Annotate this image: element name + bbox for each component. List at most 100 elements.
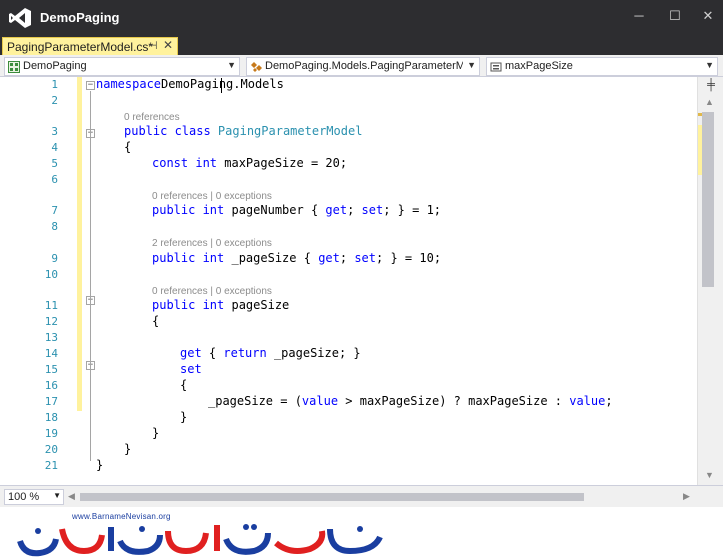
code-text[interactable]: {: [180, 378, 187, 392]
keyword-token: value: [301, 393, 339, 408]
code-text[interactable]: _pageSize = (value > maxPageSize) ? maxP…: [208, 394, 613, 408]
code-text[interactable]: public int pageSize: [152, 298, 289, 312]
app-title: DemoPaging: [40, 10, 120, 25]
keyword-token: set: [354, 250, 377, 265]
close-window-button[interactable]: ✕: [697, 6, 719, 26]
code-line: 18}: [0, 410, 697, 426]
keyword-token: get: [318, 250, 340, 265]
keyword-token: set: [180, 361, 202, 376]
barnamenevisan-logo-icon: [17, 524, 383, 557]
vertical-scrollbar[interactable]: ╪ ▲ ▼: [697, 77, 723, 485]
tab-pagingparametermodel[interactable]: PagingParameterModel.cs* ⊣ ✕: [2, 37, 178, 57]
project-name: DemoPaging: [23, 60, 87, 72]
close-tab-button[interactable]: ✕: [163, 38, 173, 52]
project-dropdown[interactable]: DemoPaging ▼: [4, 57, 240, 76]
constant-icon: [490, 62, 502, 72]
collapse-region-icon[interactable]: −: [86, 81, 95, 90]
line-number: 7: [51, 204, 58, 218]
line-number: 4: [51, 141, 58, 155]
code-line: 3 public class PagingParameterModel: [0, 124, 697, 140]
type-name: DemoPaging.Models.PagingParameterMoc: [265, 60, 463, 72]
keyword-token: return: [223, 345, 267, 360]
horizontal-scroll-thumb[interactable]: [80, 493, 584, 501]
chevron-down-icon: ▼: [227, 60, 236, 70]
keyword-token: set: [361, 203, 384, 218]
line-number: 13: [44, 330, 58, 344]
code-line: 20}: [0, 442, 697, 458]
code-text[interactable]: }: [96, 458, 103, 472]
line-number: 14: [44, 346, 58, 360]
keyword-token: public int: [152, 203, 232, 218]
code-text[interactable]: set: [180, 362, 202, 376]
codelens-info[interactable]: 0 references | 0 exceptions: [152, 191, 272, 202]
code-token: {: [152, 313, 160, 328]
code-text[interactable]: }: [180, 410, 187, 424]
code-editor[interactable]: 2 1 namespaceDemoPaging.Models 0 reference…: [0, 77, 697, 485]
line-number: 15: [44, 362, 58, 376]
chevron-down-icon: ▼: [53, 491, 61, 500]
code-text[interactable]: public int pageNumber { get; set; } = 1;: [152, 203, 441, 217]
scroll-down-icon[interactable]: ▼: [705, 470, 714, 480]
line-number: 17: [44, 394, 58, 408]
line-number: 5: [51, 157, 58, 171]
code-text[interactable]: namespaceDemoPaging.Models: [96, 77, 284, 91]
member-dropdown[interactable]: maxPageSize ▼: [486, 57, 718, 76]
code-line: 12 {: [0, 314, 697, 330]
code-token: ;: [347, 203, 362, 218]
codelens-info[interactable]: 0 references | 0 exceptions: [152, 286, 272, 297]
title-bar: DemoPaging ─ ☐ ✕: [0, 0, 723, 35]
code-line: 14 get { return _pageSize; }: [0, 346, 697, 362]
code-token: pageNumber {: [231, 203, 326, 218]
code-line: 21}: [0, 458, 697, 474]
code-token: }: [180, 409, 188, 424]
code-text[interactable]: }: [124, 442, 131, 456]
keyword-token: value: [569, 393, 606, 408]
pin-icon[interactable]: ⊣: [148, 39, 158, 52]
text-caret: [221, 78, 222, 93]
watermark-logo: www.BarnameNevisan.org: [0, 507, 723, 559]
type-dropdown[interactable]: DemoPaging.Models.PagingParameterMoc ▼: [246, 57, 480, 76]
zoom-level: 100 %: [8, 491, 40, 503]
keyword-token: get: [180, 345, 202, 360]
code-text[interactable]: public class PagingParameterModel: [124, 124, 362, 138]
codelens-info[interactable]: 0 references: [124, 112, 180, 123]
code-line: 8: [0, 219, 697, 235]
line-number: 8: [51, 220, 58, 234]
line-number: 2: [51, 94, 58, 107]
code-text[interactable]: }: [152, 426, 159, 440]
code-token: pageSize: [231, 297, 290, 312]
code-token: DemoPaging.Models: [161, 77, 284, 91]
code-text[interactable]: const int maxPageSize = 20;: [152, 156, 347, 170]
line-number: 20: [44, 442, 58, 456]
keyword-token: public int: [152, 297, 232, 312]
codelens-info[interactable]: 2 references | 0 exceptions: [152, 238, 272, 249]
scroll-up-icon[interactable]: ▲: [705, 97, 714, 107]
code-text[interactable]: {: [124, 140, 131, 154]
code-line: 2: [0, 93, 697, 109]
code-token: {: [180, 377, 188, 392]
scroll-right-icon[interactable]: ▶: [683, 491, 690, 502]
code-text[interactable]: get { return _pageSize; }: [180, 346, 361, 360]
chevron-down-icon: ▼: [467, 60, 476, 70]
keyword-token: namespace: [96, 77, 162, 91]
scroll-left-icon[interactable]: ◀: [68, 491, 75, 502]
code-token: ; } = 10;: [376, 250, 442, 265]
split-window-icon[interactable]: ╪: [701, 79, 721, 93]
zoom-dropdown[interactable]: 100 % ▼: [4, 489, 64, 505]
code-line: 16 {: [0, 378, 697, 394]
line-number: 10: [44, 267, 58, 281]
class-icon: [251, 62, 262, 72]
bottom-bar: 100 % ▼ ◀ ▶: [0, 485, 723, 507]
fold-guide-line: [90, 91, 91, 461]
maximize-button[interactable]: ☐: [664, 6, 686, 26]
line-number: 19: [44, 426, 58, 440]
code-token: }: [152, 425, 160, 440]
code-line: 11 public int pageSize: [0, 298, 697, 314]
code-text[interactable]: public int _pageSize { get; set; } = 10;: [152, 251, 441, 265]
code-line: 5 const int maxPageSize = 20;: [0, 156, 697, 172]
keyword-token: public class: [124, 124, 218, 139]
minimize-button[interactable]: ─: [628, 6, 650, 26]
code-text[interactable]: {: [152, 314, 159, 328]
vertical-scroll-thumb[interactable]: [702, 112, 714, 287]
code-token: _pageSize = (: [208, 393, 302, 408]
